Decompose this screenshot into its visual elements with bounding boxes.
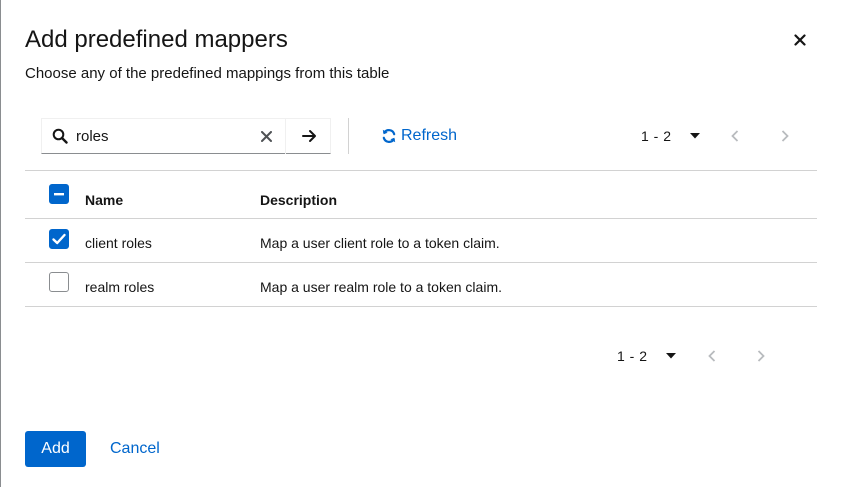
previous-page-button[interactable] [708, 345, 716, 367]
previous-page-button[interactable] [731, 125, 739, 147]
search-submit-button[interactable] [285, 118, 332, 154]
select-all-checkbox[interactable] [49, 184, 69, 204]
modal-description: Choose any of the predefined mappings fr… [25, 65, 390, 82]
angle-left-icon [708, 350, 716, 362]
search-input[interactable] [74, 121, 276, 151]
next-page-button[interactable] [757, 345, 765, 367]
clear-search-button[interactable] [256, 119, 276, 153]
row-checkbox-client-roles[interactable] [49, 229, 69, 249]
backdrop-edge [0, 0, 1, 487]
column-header-name: Name [85, 192, 124, 208]
check-icon [52, 233, 66, 245]
row-description: Map a user client role to a token claim. [260, 235, 500, 251]
per-page-toggle[interactable] [665, 353, 676, 359]
angle-left-icon [731, 130, 739, 142]
pagination-top: 1 - 2 [641, 125, 700, 147]
pagination-bottom: 1 - 2 [617, 345, 676, 367]
toolbar-divider [348, 118, 349, 154]
sync-icon [382, 129, 396, 143]
table-header-row: Name Description [25, 170, 817, 219]
minus-icon [54, 193, 64, 196]
angle-right-icon [781, 130, 789, 142]
modal-title: Add predefined mappers [25, 26, 288, 53]
table-row: client roles Map a user client role to a… [25, 219, 817, 263]
pagination-range: 1 - 2 [617, 348, 648, 364]
arrow-right-icon [301, 130, 316, 142]
row-name: realm roles [85, 279, 155, 295]
per-page-toggle[interactable] [689, 133, 700, 139]
close-button[interactable] [790, 30, 810, 50]
mappers-table: Name Description client roles Map a user… [25, 170, 817, 307]
row-checkbox-realm-roles[interactable] [49, 272, 69, 292]
row-description: Map a user realm role to a token claim. [260, 279, 502, 295]
refresh-button[interactable]: Refresh [381, 125, 457, 147]
cancel-button[interactable]: Cancel [110, 431, 160, 467]
angle-right-icon [757, 350, 765, 362]
caret-down-icon [689, 133, 700, 139]
row-name: client roles [85, 235, 152, 251]
search-icon [42, 119, 74, 153]
caret-down-icon [665, 353, 676, 359]
search-box [41, 118, 331, 154]
pagination-range: 1 - 2 [641, 128, 672, 144]
clear-icon [260, 130, 272, 142]
next-page-button[interactable] [781, 125, 789, 147]
table-row: realm roles Map a user realm role to a t… [25, 263, 817, 307]
refresh-label: Refresh [401, 127, 458, 144]
add-button[interactable]: Add [25, 431, 86, 467]
column-header-description: Description [260, 192, 338, 208]
close-icon [794, 34, 806, 46]
